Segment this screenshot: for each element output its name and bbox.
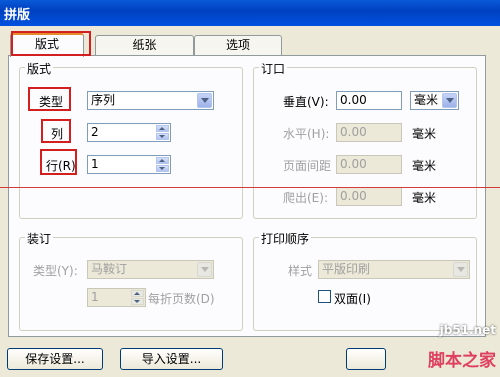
horizontal-value: 0.00 bbox=[340, 125, 367, 139]
columns-label: 列 bbox=[51, 127, 64, 141]
binding-group bbox=[19, 237, 243, 331]
layout-group-title: 版式 bbox=[25, 60, 54, 77]
columns-value: 2 bbox=[91, 125, 99, 139]
window-title: 拼版 bbox=[4, 8, 31, 23]
layout-type-label: 类型 bbox=[39, 95, 64, 109]
vertical-unit-select[interactable]: 毫米 bbox=[410, 91, 459, 110]
annotation-line bbox=[0, 187, 500, 188]
print-order-group-title: 打印顺序 bbox=[259, 230, 312, 247]
layout-type-select[interactable]: 序列 bbox=[87, 91, 214, 110]
duplex-checkbox[interactable] bbox=[318, 290, 331, 303]
pages-per-fold-stepper[interactable]: 1 bbox=[87, 288, 146, 307]
vertical-value: 0.00 bbox=[340, 93, 367, 107]
binding-type-label: 类型(Y): bbox=[33, 264, 78, 278]
tab-options-label: 选项 bbox=[225, 38, 250, 52]
binding-type-value: 马鞍订 bbox=[91, 262, 128, 276]
vertical-label: 垂直(V): bbox=[283, 95, 329, 109]
tab-paper[interactable]: 纸张 bbox=[95, 35, 194, 55]
save-settings-button[interactable]: 保存设置... bbox=[7, 348, 103, 370]
tab-options[interactable]: 选项 bbox=[194, 35, 282, 55]
chevron-down-icon[interactable] bbox=[197, 262, 212, 277]
rows-label: 行(R) bbox=[46, 159, 76, 173]
tab-layout[interactable]: 版式 bbox=[10, 33, 84, 57]
import-settings-button[interactable]: 导入设置... bbox=[120, 348, 223, 370]
vertical-unit-value: 毫米 bbox=[414, 93, 439, 107]
watermark-name: 脚本之家 bbox=[428, 351, 496, 371]
bleed-unit: 毫米 bbox=[412, 191, 437, 205]
rows-spin-buttons[interactable] bbox=[156, 157, 169, 172]
binding-group-title: 装订 bbox=[25, 230, 54, 247]
rows-value: 1 bbox=[91, 157, 99, 171]
duplex-label: 双面(I) bbox=[334, 292, 371, 306]
bleed-input[interactable]: 0.00 bbox=[336, 187, 402, 206]
chevron-down-icon[interactable] bbox=[442, 93, 457, 108]
binding-type-select[interactable]: 马鞍订 bbox=[87, 260, 214, 279]
chevron-down-icon[interactable] bbox=[453, 262, 468, 277]
print-style-select[interactable]: 平版印刷 bbox=[318, 260, 470, 279]
save-settings-label: 保存设置... bbox=[25, 352, 85, 366]
page-spacing-label: 页面间距 bbox=[283, 159, 332, 173]
import-settings-label: 导入设置... bbox=[141, 352, 202, 366]
horizontal-label: 水平(H): bbox=[283, 127, 330, 141]
bleed-label: 爬出(E): bbox=[283, 191, 328, 205]
horizontal-input[interactable]: 0.00 bbox=[336, 123, 402, 142]
vertical-input[interactable]: 0.00 bbox=[336, 91, 402, 110]
watermark: jb51.net 脚本之家 bbox=[360, 319, 500, 377]
print-style-label: 样式 bbox=[288, 264, 313, 278]
page-spacing-value: 0.00 bbox=[340, 157, 367, 171]
page-spacing-input[interactable]: 0.00 bbox=[336, 155, 402, 174]
tab-layout-label: 版式 bbox=[34, 37, 59, 51]
pages-per-fold-value: 1 bbox=[91, 290, 99, 304]
columns-spin-buttons[interactable] bbox=[156, 125, 169, 140]
watermark-url: jb51.net bbox=[439, 323, 496, 337]
layout-group bbox=[19, 67, 243, 219]
gutter-group-title: 订口 bbox=[259, 60, 288, 77]
columns-stepper[interactable]: 2 bbox=[87, 123, 171, 142]
layout-type-value: 序列 bbox=[91, 93, 116, 107]
tab-paper-label: 纸张 bbox=[132, 38, 157, 52]
bleed-value: 0.00 bbox=[340, 189, 367, 203]
chevron-down-icon[interactable] bbox=[197, 93, 212, 108]
print-style-value: 平版印刷 bbox=[322, 262, 371, 276]
print-order-group bbox=[253, 237, 477, 331]
title-bar: 拼版 bbox=[0, 0, 500, 26]
horizontal-unit: 毫米 bbox=[412, 127, 437, 141]
pages-per-fold-label: 每折页数(D) bbox=[148, 292, 215, 306]
rows-stepper[interactable]: 1 bbox=[87, 155, 171, 174]
page-spacing-unit: 毫米 bbox=[412, 159, 437, 173]
tab-panel: 版式 类型 序列 列 2 行(R) 1 订口 垂直(V): 0.00 毫米 水平… bbox=[8, 55, 486, 337]
pages-spin-buttons[interactable] bbox=[131, 290, 144, 305]
